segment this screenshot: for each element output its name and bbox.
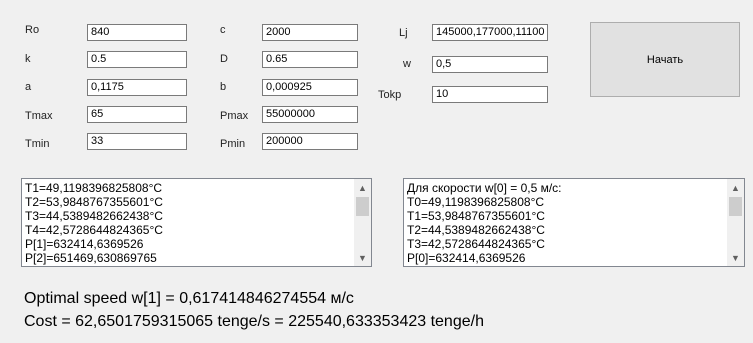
c-input[interactable]: 2000 [262,24,358,41]
log-left-line: T4=42,5728644824365°C [25,223,163,237]
pmin-label: Pmin [220,138,246,150]
ro-input[interactable]: 840 [87,24,187,41]
pmax-label: Pmax [220,110,249,122]
scroll-down-arrow-icon[interactable]: ▼ [354,249,371,266]
lj-input[interactable]: 145000,177000,11100 [432,24,548,41]
ro-label: Ro [25,24,40,36]
d-label: D [220,53,228,65]
log-left-line: T3=44,5389482662438°C [25,209,163,223]
log-left-line: T1=49,1198396825808°C [25,181,163,195]
scroll-up-arrow-icon[interactable]: ▲ [727,179,744,196]
log-right-line: T1=53,9848767355601°C [407,209,545,223]
start-button[interactable]: Начать [590,22,740,97]
log-left[interactable]: T1=49,1198396825808°C T2=53,984876735560… [21,178,372,267]
log-right-scrollbar[interactable]: ▲ ▼ [727,179,744,266]
a-input[interactable]: 0,1175 [87,79,187,96]
log-left-line: P[1]=632414,6369526 [25,237,144,251]
log-left-line: T2=53,9848767355601°C [25,195,163,209]
log-right-line: T3=42,5728644824365°C [407,237,545,251]
lj-label: Lj [399,27,408,39]
log-right-line: Для скорости w[0] = 0,5 м/с: [407,181,562,195]
log-left-line: P[2]=651469,630869765 [25,251,157,265]
tokr-label: Tokp [378,89,402,101]
a-label: a [25,81,32,93]
cost-result: Cost = 62,6501759315065 tenge/s = 225540… [24,313,484,330]
log-right[interactable]: Для скорости w[0] = 0,5 м/с: T0=49,11983… [403,178,745,267]
log-left-lines: T1=49,1198396825808°C T2=53,984876735560… [25,181,353,266]
k-label: k [25,53,31,65]
log-right-line: T2=44,5389482662438°C [407,223,545,237]
pmin-input[interactable]: 200000 [262,133,358,150]
tmin-label: Tmin [25,138,50,150]
d-input[interactable]: 0.65 [262,51,358,68]
pmax-input[interactable]: 55000000 [262,106,358,123]
b-label: b [220,81,227,93]
optimal-speed-result: Optimal speed w[1] = 0,617414846274554 м… [24,290,354,307]
c-label: c [220,24,226,36]
tmax-input[interactable]: 65 [87,106,187,123]
log-right-line: P[0]=632414,6369526 [407,251,526,265]
b-input[interactable]: 0,000925 [262,79,358,96]
scroll-up-arrow-icon[interactable]: ▲ [354,179,371,196]
k-input[interactable]: 0.5 [87,51,187,68]
tmin-input[interactable]: 33 [87,133,187,150]
w-input[interactable]: 0,5 [432,56,548,73]
scrollbar-thumb[interactable] [729,197,742,216]
scroll-down-arrow-icon[interactable]: ▼ [727,249,744,266]
log-right-lines: Для скорости w[0] = 0,5 м/с: T0=49,11983… [407,181,726,266]
w-label: w [403,58,411,70]
tokr-input[interactable]: 10 [432,86,548,103]
tmax-label: Tmax [25,110,53,122]
scrollbar-thumb[interactable] [356,197,369,216]
log-right-line: T0=49,1198396825808°C [407,195,545,209]
log-left-scrollbar[interactable]: ▲ ▼ [354,179,371,266]
